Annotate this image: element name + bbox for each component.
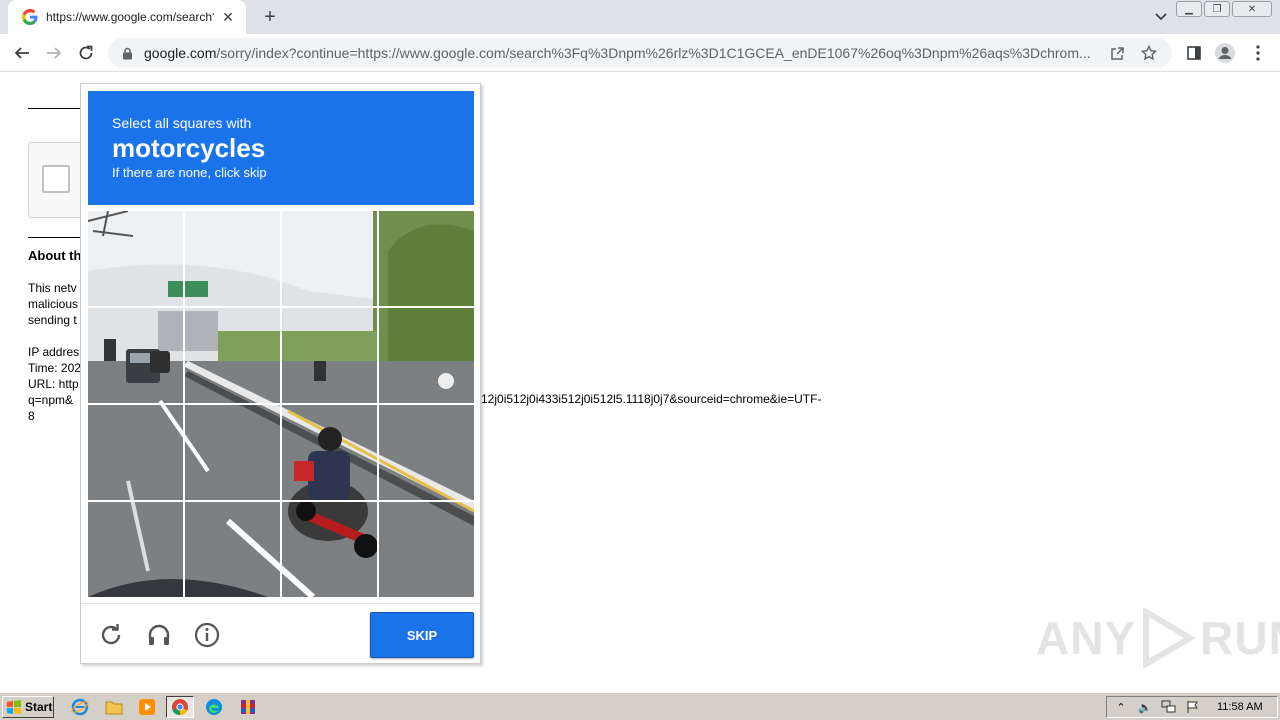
info-icon[interactable]	[192, 620, 222, 650]
captcha-tile[interactable]	[185, 405, 280, 500]
browser-tab[interactable]: https://www.google.com/search?q= ✕	[8, 0, 246, 34]
ip-address-line: IP addres	[28, 345, 80, 359]
tray-expand-icon[interactable]: ⌃	[1113, 699, 1129, 715]
url-line-3: 8	[28, 409, 35, 423]
share-icon[interactable]	[1106, 42, 1128, 64]
info-line: malicious	[28, 297, 79, 311]
url-tail-text: 12j0i512j0i433i512j0i512l5.1118j0j7&sour…	[481, 392, 822, 406]
captcha-tile[interactable]	[379, 308, 474, 403]
file-explorer-icon[interactable]	[100, 696, 128, 718]
captcha-tile[interactable]	[185, 211, 280, 306]
google-favicon-icon	[22, 9, 38, 25]
info-line: This netv	[28, 281, 77, 295]
restore-icon[interactable]: ❐	[1204, 1, 1230, 17]
back-arrow-icon[interactable]	[10, 41, 34, 65]
window-controls: ▁ ❐ ✕	[1176, 1, 1272, 17]
url-line-2: q=npm&	[28, 393, 74, 407]
captcha-tile[interactable]	[185, 308, 280, 403]
chrome-taskbar-icon[interactable]	[166, 696, 194, 718]
captcha-tile[interactable]	[379, 502, 474, 597]
recaptcha-widget	[28, 142, 88, 218]
new-tab-button[interactable]: +	[258, 6, 282, 28]
windows-taskbar: Start ⌃ 🔈 11:58 AM	[0, 692, 1280, 720]
divider	[28, 237, 88, 238]
captcha-header: Select all squares with motorcycles If t…	[88, 91, 474, 205]
system-tray: ⌃ 🔈 11:58 AM	[1106, 696, 1278, 718]
captcha-image-grid	[88, 211, 474, 597]
profile-avatar-icon[interactable]	[1213, 41, 1237, 65]
minimize-icon[interactable]: ▁	[1176, 1, 1202, 17]
tab-close-icon[interactable]: ✕	[220, 9, 236, 25]
start-button[interactable]: Start	[2, 696, 54, 718]
captcha-tile[interactable]	[88, 211, 183, 306]
network-icon[interactable]	[1161, 699, 1177, 715]
info-line: sending t	[28, 313, 77, 327]
lock-icon[interactable]	[120, 46, 134, 60]
tab-search-chevron-icon[interactable]	[1150, 6, 1172, 28]
captcha-footer: SKIP	[81, 603, 480, 663]
address-bar[interactable]: google.com/sorry/index?continue=https://…	[108, 38, 1172, 68]
time-line: Time: 202	[28, 361, 81, 375]
captcha-instruction: Select all squares with	[112, 115, 252, 131]
captcha-target-word: motorcycles	[112, 133, 266, 163]
reload-challenge-icon[interactable]	[96, 620, 126, 650]
forward-arrow-icon[interactable]	[42, 41, 66, 65]
windows-logo-icon	[7, 700, 21, 714]
bookmark-star-icon[interactable]	[1138, 42, 1160, 64]
captcha-challenge-dialog: Select all squares with motorcycles If t…	[80, 83, 481, 664]
captcha-tile[interactable]	[88, 502, 183, 597]
archive-app-icon[interactable]	[234, 696, 262, 718]
captcha-hint: If there are none, click skip	[112, 165, 267, 180]
url-text: google.com/sorry/index?continue=https://…	[144, 45, 1091, 61]
edge-icon[interactable]	[200, 696, 228, 718]
taskbar-clock: 11:58 AM	[1217, 701, 1263, 713]
internet-explorer-icon[interactable]	[66, 696, 94, 718]
tab-strip: https://www.google.com/search?q= ✕ + ▁ ❐…	[0, 0, 1280, 34]
captcha-tile[interactable]	[282, 308, 377, 403]
volume-icon[interactable]: 🔈	[1137, 699, 1153, 715]
captcha-tile[interactable]	[88, 405, 183, 500]
media-player-icon[interactable]	[133, 696, 161, 718]
skip-button[interactable]: SKIP	[370, 612, 474, 658]
anyrun-watermark: ANY RUN	[1036, 608, 1280, 668]
action-center-flag-icon[interactable]	[1185, 699, 1201, 715]
about-heading: About th	[28, 248, 82, 263]
browser-toolbar: google.com/sorry/index?continue=https://…	[0, 34, 1280, 72]
tab-title: https://www.google.com/search?q=	[46, 10, 214, 24]
menu-kebab-icon[interactable]	[1246, 41, 1270, 65]
recaptcha-checkbox[interactable]	[42, 165, 70, 193]
side-panel-icon[interactable]	[1182, 41, 1206, 65]
captcha-tile[interactable]	[282, 502, 377, 597]
captcha-tile[interactable]	[379, 211, 474, 306]
close-window-icon[interactable]: ✕	[1232, 1, 1272, 17]
captcha-tile[interactable]	[282, 405, 377, 500]
captcha-tile[interactable]	[379, 405, 474, 500]
divider	[28, 108, 88, 109]
captcha-tile[interactable]	[88, 308, 183, 403]
audio-challenge-headphones-icon[interactable]	[144, 620, 174, 650]
play-logo-icon	[1143, 608, 1197, 668]
captcha-tile[interactable]	[185, 502, 280, 597]
url-line: URL: http	[28, 377, 79, 391]
reload-icon[interactable]	[74, 41, 98, 65]
captcha-tile[interactable]	[282, 211, 377, 306]
